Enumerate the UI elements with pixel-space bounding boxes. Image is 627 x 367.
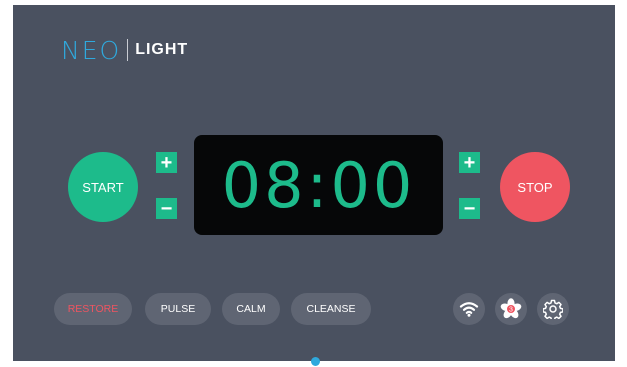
stop-button[interactable]: STOP [500, 152, 570, 222]
fan-button[interactable]: 3 [495, 293, 527, 325]
gear-icon [543, 299, 563, 319]
settings-button[interactable] [537, 293, 569, 325]
wifi-icon [459, 302, 479, 317]
brand-divider [127, 39, 129, 61]
fan-speed-badge: 3 [509, 307, 513, 314]
scroll-indicator[interactable] [311, 357, 320, 366]
mode-restore-button[interactable]: RESTORE [54, 293, 132, 325]
device-screen: NEO LIGHT START + − 08:00 + − STOP RESTO… [13, 5, 615, 361]
mode-calm-button[interactable]: CALM [222, 293, 280, 325]
mode-cleanse-button[interactable]: CLEANSE [291, 293, 371, 325]
left-increment-button[interactable]: + [156, 152, 177, 173]
wifi-button[interactable] [453, 293, 485, 325]
mode-pulse-button[interactable]: PULSE [145, 293, 211, 325]
timer-display: 08:00 [194, 135, 443, 235]
left-decrement-button[interactable]: − [156, 198, 177, 219]
right-increment-button[interactable]: + [459, 152, 480, 173]
fan-icon: 3 [500, 298, 522, 319]
brand-logo: NEO LIGHT [61, 35, 189, 65]
brand-name-secondary: LIGHT [135, 41, 189, 58]
start-button[interactable]: START [68, 152, 138, 222]
right-decrement-button[interactable]: − [459, 198, 480, 219]
timer-value: 08:00 [221, 148, 416, 222]
brand-name-primary: NEO [61, 35, 122, 65]
